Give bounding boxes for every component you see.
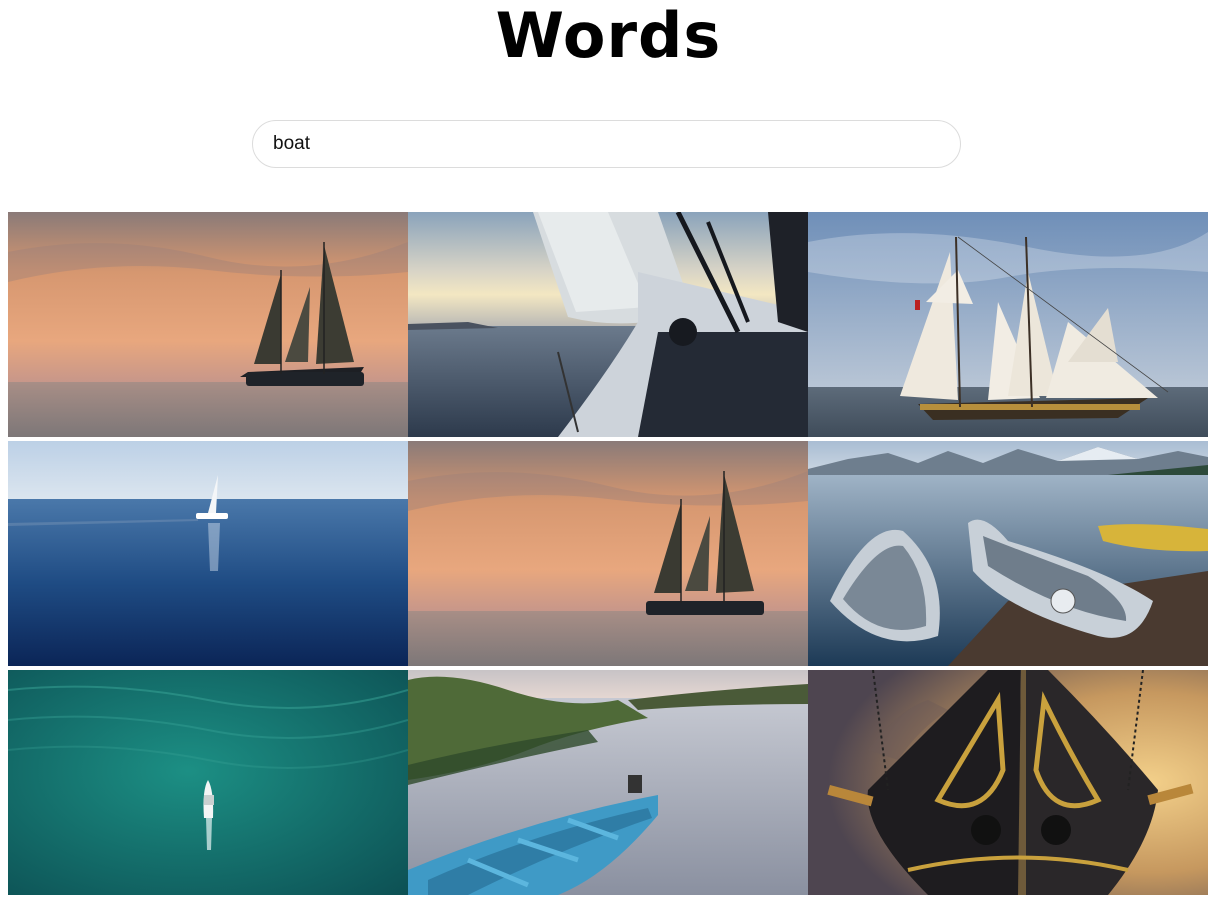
ship-bow-figurehead-image [808,670,1208,895]
image-sailboat-sunset[interactable] [8,212,408,437]
motorboat-aerial-green-sea-image [8,670,408,895]
image-rowboat-lake[interactable] [408,670,808,895]
image-ship-bow-figurehead[interactable] [808,670,1208,895]
image-canoes-lake-mountains[interactable] [808,441,1208,666]
image-motorboat-aerial-green-sea[interactable] [8,670,408,895]
canoes-lake-mountains-image [808,441,1208,666]
image-sail-deck-sunrise[interactable] [408,212,808,437]
image-grid [8,212,1208,895]
search-input[interactable] [273,121,933,167]
small-sailboat-blue-sea-image [8,441,408,666]
rowboat-lake-image [408,670,808,895]
image-tall-ship[interactable] [808,212,1208,437]
image-sailboat-sunset-2[interactable] [408,441,808,666]
tall-ship-image [808,212,1208,437]
sailboat-sunset-image [408,441,808,666]
sailboat-sunset-image [8,212,408,437]
image-small-sailboat-blue-sea[interactable] [8,441,408,666]
search-box[interactable] [252,120,961,168]
sail-deck-sunrise-image [408,212,808,437]
page-title: Words [495,0,722,72]
